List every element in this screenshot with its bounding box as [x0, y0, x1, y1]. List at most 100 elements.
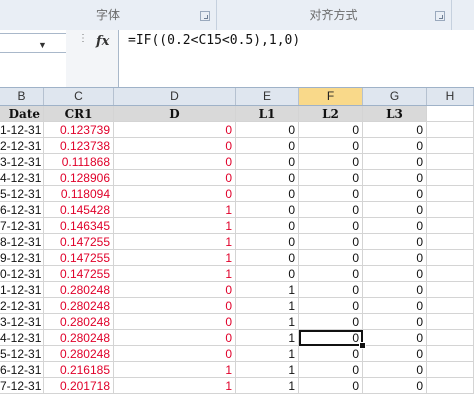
cell-l2[interactable]: 0: [299, 378, 363, 394]
cell-h[interactable]: [427, 362, 474, 378]
cell-l1[interactable]: 1: [236, 330, 299, 346]
chevron-down-icon[interactable]: ▼: [38, 40, 47, 50]
header-cr1[interactable]: CR1: [44, 106, 114, 122]
cell-d[interactable]: 0: [114, 122, 236, 138]
cell-h[interactable]: [427, 154, 474, 170]
cell-l1[interactable]: 0: [236, 138, 299, 154]
column-header-h[interactable]: H: [427, 88, 474, 105]
cell-l3[interactable]: 0: [363, 154, 427, 170]
cell-h[interactable]: [427, 234, 474, 250]
cell-h[interactable]: [427, 186, 474, 202]
cell-d[interactable]: 1: [114, 202, 236, 218]
column-header-f[interactable]: F: [299, 88, 363, 105]
cell-l2[interactable]: 0: [299, 346, 363, 362]
cell-l3[interactable]: 0: [363, 362, 427, 378]
cell-cr1[interactable]: 0.128906: [44, 170, 114, 186]
cell-d[interactable]: 1: [114, 378, 236, 394]
cell-l2[interactable]: 0: [299, 298, 363, 314]
cell-l2[interactable]: 0: [299, 186, 363, 202]
cell-cr1[interactable]: 0.147255: [44, 250, 114, 266]
cell-date[interactable]: 3-12-31: [0, 154, 44, 170]
cell-d[interactable]: 0: [114, 138, 236, 154]
cell-h[interactable]: [427, 170, 474, 186]
cell-cr1[interactable]: 0.111868: [44, 154, 114, 170]
cell-h[interactable]: [427, 250, 474, 266]
cell-d[interactable]: 0: [114, 298, 236, 314]
cell-l3[interactable]: 0: [363, 378, 427, 394]
cell-l2[interactable]: 0: [299, 266, 363, 282]
cell-date[interactable]: 4-12-31: [0, 330, 44, 346]
header-l1[interactable]: L1: [236, 106, 299, 122]
cell-cr1[interactable]: 0.201718: [44, 378, 114, 394]
cell-d[interactable]: 0: [114, 314, 236, 330]
fx-icon[interactable]: fx: [96, 34, 109, 49]
cell-h[interactable]: [427, 314, 474, 330]
cell-l3[interactable]: 0: [363, 314, 427, 330]
cell-h[interactable]: [427, 218, 474, 234]
cell-date[interactable]: 3-12-31: [0, 314, 44, 330]
header-date[interactable]: Date: [0, 106, 44, 122]
cell-d[interactable]: 1: [114, 218, 236, 234]
cell-l3[interactable]: 0: [363, 266, 427, 282]
cell-l1[interactable]: 0: [236, 234, 299, 250]
column-header-e[interactable]: E: [236, 88, 299, 105]
cell-cr1[interactable]: 0.145428: [44, 202, 114, 218]
cell-cr1[interactable]: 0.216185: [44, 362, 114, 378]
cell-h[interactable]: [427, 378, 474, 394]
cell-l3[interactable]: 0: [363, 282, 427, 298]
cell-date[interactable]: 7-12-31: [0, 378, 44, 394]
cell-l3[interactable]: 0: [363, 346, 427, 362]
cell-cr1[interactable]: 0.147255: [44, 266, 114, 282]
cell-l2[interactable]: 0: [299, 122, 363, 138]
cell-l1[interactable]: 0: [236, 202, 299, 218]
cell-l1[interactable]: 1: [236, 298, 299, 314]
fill-handle[interactable]: [359, 342, 366, 349]
cell-cr1[interactable]: 0.147255: [44, 234, 114, 250]
cell-d[interactable]: 0: [114, 330, 236, 346]
cell-date[interactable]: 5-12-31: [0, 186, 44, 202]
cell-h[interactable]: [427, 266, 474, 282]
cell-date[interactable]: 1-12-31: [0, 122, 44, 138]
header-l3[interactable]: L3: [363, 106, 427, 122]
cell-date[interactable]: 2-12-31: [0, 298, 44, 314]
cell-l1[interactable]: 1: [236, 346, 299, 362]
cell-l1[interactable]: 0: [236, 266, 299, 282]
cell-l1[interactable]: 0: [236, 218, 299, 234]
cell-l1[interactable]: 1: [236, 314, 299, 330]
cell-l3[interactable]: 0: [363, 202, 427, 218]
cell-cr1[interactable]: 0.146345: [44, 218, 114, 234]
cell-l1[interactable]: 0: [236, 122, 299, 138]
cell-l2[interactable]: 0: [299, 202, 363, 218]
cell-h[interactable]: [427, 202, 474, 218]
cell-l3[interactable]: 0: [363, 218, 427, 234]
cell-l2[interactable]: 0: [299, 170, 363, 186]
cell-d[interactable]: 1: [114, 250, 236, 266]
name-box[interactable]: ▼: [0, 33, 67, 53]
cell-l3[interactable]: 0: [363, 138, 427, 154]
cell-d[interactable]: 0: [114, 154, 236, 170]
cell-date[interactable]: 9-12-31: [0, 250, 44, 266]
cell-l2[interactable]: 0: [299, 362, 363, 378]
cell-cr1[interactable]: 0.280248: [44, 298, 114, 314]
column-header-b[interactable]: B: [0, 88, 44, 105]
cell-l1[interactable]: 0: [236, 250, 299, 266]
cell-l1[interactable]: 0: [236, 154, 299, 170]
column-header-c[interactable]: C: [44, 88, 114, 105]
header-l2[interactable]: L2: [299, 106, 363, 122]
cell-l2[interactable]: 0: [299, 282, 363, 298]
cell-d[interactable]: 1: [114, 362, 236, 378]
cell-l1[interactable]: 1: [236, 362, 299, 378]
cell-date[interactable]: 7-12-31: [0, 218, 44, 234]
cell-date[interactable]: 0-12-31: [0, 266, 44, 282]
cell-l3[interactable]: 0: [363, 186, 427, 202]
cell-h[interactable]: [427, 138, 474, 154]
cell-l3[interactable]: 0: [363, 330, 427, 346]
cell-d[interactable]: 0: [114, 186, 236, 202]
cell-h[interactable]: [427, 298, 474, 314]
cell-l2[interactable]: 0: [299, 314, 363, 330]
cell-l3[interactable]: 0: [363, 122, 427, 138]
cell-d[interactable]: 0: [114, 282, 236, 298]
header-h[interactable]: [427, 106, 474, 122]
cell-d[interactable]: 1: [114, 266, 236, 282]
cell-h[interactable]: [427, 330, 474, 346]
